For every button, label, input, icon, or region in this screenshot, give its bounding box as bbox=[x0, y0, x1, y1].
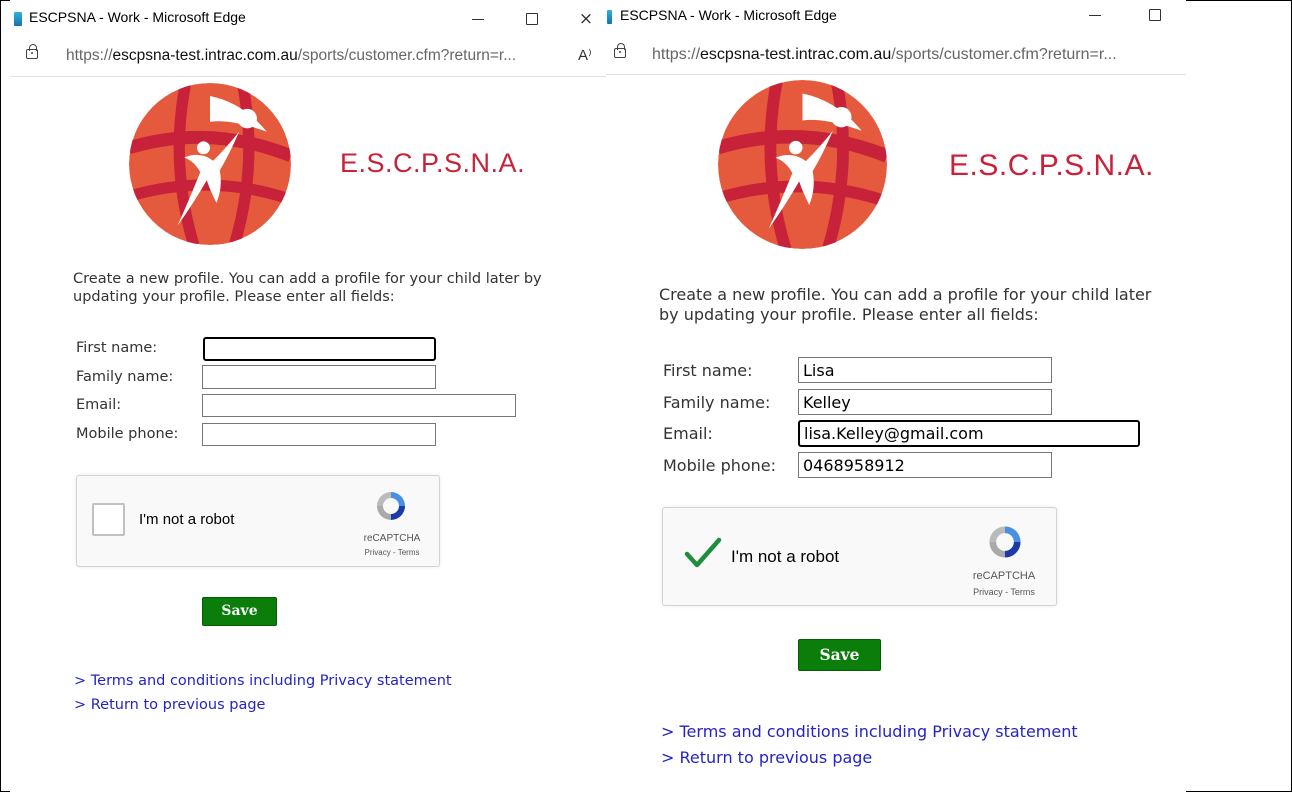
url-path: /sports/customer.cfm?return=r... bbox=[297, 47, 517, 64]
window-title: ESCPSNA - Work - Microsoft Edge bbox=[620, 7, 837, 23]
close-icon: × bbox=[578, 9, 594, 29]
first-name-label: First name: bbox=[76, 340, 158, 356]
close-button[interactable]: × bbox=[573, 6, 599, 32]
recaptcha-privacy-terms[interactable]: Privacy - Terms bbox=[349, 548, 435, 557]
lock-icon[interactable] bbox=[26, 44, 38, 59]
return-link[interactable]: > Return to previous page bbox=[661, 748, 872, 767]
window-title: ESCPSNA - Work - Microsoft Edge bbox=[29, 9, 246, 25]
title-bar[interactable]: ESCPSNA - Work - Microsoft Edge × bbox=[10, 0, 606, 36]
org-name: E.S.C.P.S.N.A. bbox=[949, 149, 1154, 182]
url-text[interactable]: https://escpsna-test.intrac.com.au/sport… bbox=[66, 47, 516, 65]
save-button[interactable]: Save bbox=[798, 639, 881, 671]
netball-logo bbox=[129, 83, 291, 245]
browser-window-left: ESCPSNA - Work - Microsoft Edge × https:… bbox=[10, 0, 606, 792]
recaptcha-logo-icon bbox=[985, 522, 1025, 562]
recaptcha-label: I'm not a robot bbox=[139, 511, 235, 528]
mobile-phone-input[interactable] bbox=[202, 423, 436, 446]
recaptcha-widget: I'm not a robot reCAPTCHA Privacy - Term… bbox=[76, 475, 440, 567]
mobile-phone-label: Mobile phone: bbox=[76, 426, 179, 442]
family-name-label: Family name: bbox=[76, 369, 174, 385]
netball-logo bbox=[718, 80, 887, 249]
recaptcha-privacy-terms[interactable]: Privacy - Terms bbox=[959, 587, 1049, 597]
email-input[interactable] bbox=[202, 394, 516, 417]
maximize-button[interactable] bbox=[1142, 2, 1168, 28]
url-domain: escpsna-test.intrac.com.au bbox=[700, 46, 892, 63]
edge-app-icon bbox=[14, 12, 22, 26]
return-link[interactable]: > Return to previous page bbox=[74, 697, 265, 713]
browser-window-right: ESCPSNA - Work - Microsoft Edge https://… bbox=[606, 0, 1186, 792]
org-name: E.S.C.P.S.N.A. bbox=[340, 148, 526, 178]
first-name-input[interactable] bbox=[203, 337, 436, 361]
first-name-input[interactable] bbox=[798, 357, 1052, 383]
email-label: Email: bbox=[663, 424, 713, 443]
url-domain: escpsna-test.intrac.com.au bbox=[112, 47, 298, 64]
terms-link[interactable]: > Terms and conditions including Privacy… bbox=[661, 722, 1078, 741]
recaptcha-brand: reCAPTCHA bbox=[363, 533, 421, 544]
minimize-button[interactable] bbox=[466, 6, 492, 32]
intro-text: Create a new profile. You can add a prof… bbox=[73, 271, 542, 306]
url-text[interactable]: https://escpsna-test.intrac.com.au/sport… bbox=[652, 46, 1117, 64]
email-input[interactable] bbox=[798, 420, 1140, 447]
maximize-icon bbox=[1149, 9, 1161, 21]
first-name-label: First name: bbox=[663, 361, 753, 380]
recaptcha-logo-icon bbox=[373, 488, 409, 524]
recaptcha-checkbox[interactable] bbox=[683, 536, 723, 572]
recaptcha-widget: I'm not a robot reCAPTCHA Privacy - Term… bbox=[662, 507, 1057, 606]
maximize-icon bbox=[526, 13, 538, 25]
edge-app-icon bbox=[607, 10, 612, 24]
recaptcha-brand: reCAPTCHA bbox=[972, 570, 1036, 582]
address-bar[interactable]: https://escpsna-test.intrac.com.au/sport… bbox=[10, 36, 606, 77]
save-button[interactable]: Save bbox=[202, 597, 277, 626]
recaptcha-label: I'm not a robot bbox=[731, 547, 840, 566]
family-name-input[interactable] bbox=[202, 365, 436, 389]
email-label: Email: bbox=[76, 397, 122, 413]
minimize-icon bbox=[472, 19, 484, 20]
minimize-icon bbox=[1089, 15, 1101, 16]
lock-icon[interactable] bbox=[614, 43, 626, 58]
minimize-button[interactable] bbox=[1083, 2, 1109, 28]
url-prefix: https:// bbox=[652, 46, 701, 63]
mobile-phone-label: Mobile phone: bbox=[663, 456, 777, 475]
address-bar[interactable]: https://escpsna-test.intrac.com.au/sport… bbox=[606, 34, 1186, 75]
terms-link[interactable]: > Terms and conditions including Privacy… bbox=[74, 673, 452, 689]
title-bar[interactable]: ESCPSNA - Work - Microsoft Edge bbox=[606, 0, 1186, 36]
read-aloud-icon[interactable]: A⁾ bbox=[578, 46, 592, 64]
family-name-label: Family name: bbox=[663, 393, 771, 412]
intro-text: Create a new profile. You can add a prof… bbox=[659, 285, 1152, 324]
maximize-button[interactable] bbox=[519, 6, 545, 32]
mobile-phone-input[interactable] bbox=[798, 452, 1052, 478]
family-name-input[interactable] bbox=[798, 389, 1052, 415]
recaptcha-checkbox[interactable] bbox=[92, 503, 125, 536]
checkmark-icon bbox=[684, 537, 722, 568]
url-prefix: https:// bbox=[66, 47, 113, 64]
url-path: /sports/customer.cfm?return=r... bbox=[891, 46, 1117, 63]
